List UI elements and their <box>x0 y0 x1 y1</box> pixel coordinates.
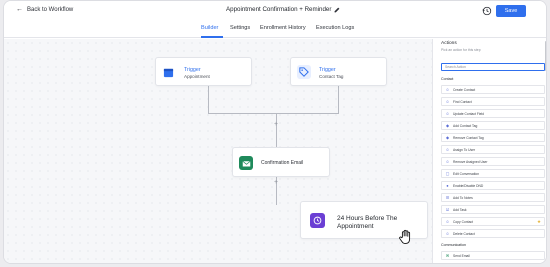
trigger-title: Trigger <box>184 67 201 73</box>
add-step-plus-icon[interactable]: + <box>274 179 278 186</box>
copy-icon: ☺ <box>445 219 450 224</box>
user-search-icon: ☺ <box>445 99 450 104</box>
back-arrow-icon: ← <box>16 6 23 13</box>
notes-icon: ☰ <box>445 195 450 200</box>
action-item-label: Update Contact Field <box>453 111 484 116</box>
action-item-label: Remove Contact Tag <box>453 135 484 140</box>
action-item-label: Assign To User <box>453 147 476 152</box>
action-item-label: Remove Assigned User <box>453 159 488 164</box>
action-item-add-to-notes[interactable]: ☰ Add To Notes <box>441 193 545 202</box>
app-window: ← Back to Workflow Appointment Confirmat… <box>3 0 547 264</box>
star-icon: ★ <box>536 219 541 224</box>
action-item-copy-contact[interactable]: ☺ Copy Contact ★ <box>441 217 545 226</box>
connector-line <box>276 113 277 147</box>
panel-scrollbar[interactable] <box>545 41 546 71</box>
workflow-title[interactable]: Appointment Confirmation + Reminder <box>226 6 340 13</box>
trigger-subtitle: Contact Tag <box>319 74 344 79</box>
action-title: Confirmation Email <box>261 160 304 166</box>
hand-cursor-icon <box>399 229 411 244</box>
trigger-subtitle: Appointment <box>184 74 210 79</box>
action-item-add-contact-tag[interactable]: ◆ Add Contact Tag <box>441 121 545 130</box>
action-item-delete-contact[interactable]: ☺ Delete Contact <box>441 229 545 238</box>
tag-remove-icon: ◆ <box>445 135 450 140</box>
action-item-send-email[interactable]: ✉ Send Email <box>441 251 545 260</box>
panel-title: Actions <box>441 41 457 46</box>
tab-builder[interactable]: Builder <box>201 25 218 31</box>
top-bar: ← Back to Workflow Appointment Confirmat… <box>4 1 546 23</box>
action-item-add-task[interactable]: ☑ Add Task <box>441 205 545 214</box>
action-item-label: Create Contact <box>453 87 476 92</box>
search-action-input[interactable]: Search Action <box>441 63 545 71</box>
user-delete-icon: ☺ <box>445 231 450 236</box>
clock-icon <box>310 213 325 228</box>
connector-line <box>208 83 209 113</box>
envelope-icon <box>239 156 253 170</box>
action-node-confirmation-email[interactable]: Confirmation Email <box>232 147 330 177</box>
action-item-label: Add Task <box>453 207 467 212</box>
chat-icon: ▢ <box>445 171 450 176</box>
history-icon[interactable] <box>482 6 492 16</box>
pencil-icon[interactable] <box>334 7 340 13</box>
user-remove-icon: ☺ <box>445 159 450 164</box>
connector-line <box>338 83 339 113</box>
action-item-label: Enable/Disable DND <box>453 183 484 188</box>
tab-settings[interactable]: Settings <box>230 25 250 31</box>
action-item-create-contact[interactable]: ☺ Create Contact <box>441 85 545 94</box>
workflow-title-text: Appointment Confirmation + Reminder <box>226 6 332 13</box>
action-item-assign-to-user[interactable]: ☺ Assign To User <box>441 145 545 154</box>
trigger-node-contact-tag[interactable]: Trigger Contact Tag <box>290 57 387 86</box>
action-item-label: Edit Conversation <box>453 171 480 176</box>
actions-panel: Actions Pick an action for this step Sea… <box>432 39 546 263</box>
action-item-label: Delete Contact <box>453 231 475 236</box>
tab-enrollment-history[interactable]: Enrollment History <box>260 25 306 31</box>
back-to-workflow-link[interactable]: ← Back to Workflow <box>16 6 73 13</box>
action-item-enable-disable-dnd[interactable]: ● Enable/Disable DND <box>441 181 545 190</box>
user-edit-icon: ☺ <box>445 111 450 116</box>
user-plus-icon: ☺ <box>445 87 450 92</box>
save-button[interactable]: Save <box>496 5 526 17</box>
workflow-canvas[interactable]: + + Trigger Appointment Trigger Contact … <box>4 39 432 263</box>
action-item-edit-conversation[interactable]: ▢ Edit Conversation <box>441 169 545 178</box>
connector-line <box>208 113 339 114</box>
add-step-plus-icon[interactable]: + <box>274 121 278 128</box>
action-item-update-contact-field[interactable]: ☺ Update Contact Field <box>441 109 545 118</box>
envelope-icon: ✉ <box>445 253 450 258</box>
tag-icon: ◆ <box>445 123 450 128</box>
task-icon: ☑ <box>445 207 450 212</box>
user-assign-icon: ☺ <box>445 147 450 152</box>
action-item-remove-contact-tag[interactable]: ◆ Remove Contact Tag <box>441 133 545 142</box>
action-item-label: Send Email <box>453 253 470 258</box>
tab-bar: Builder Settings Enrollment History Exec… <box>4 23 546 38</box>
trigger-title: Trigger <box>319 67 336 73</box>
action-item-remove-assigned-user[interactable]: ☺ Remove Assigned User <box>441 157 545 166</box>
panel-description: Pick an action for this step <box>441 48 481 52</box>
active-tab-indicator <box>201 36 223 38</box>
action-item-label: Find Contact <box>453 99 472 104</box>
tab-execution-logs[interactable]: Execution Logs <box>316 25 354 31</box>
section-label-communication: Communication <box>441 243 466 247</box>
tag-icon <box>297 65 311 79</box>
trigger-node-appointment[interactable]: Trigger Appointment <box>155 57 252 86</box>
bell-icon: ● <box>446 183 449 188</box>
back-label: Back to Workflow <box>27 6 74 13</box>
action-item-label: Add To Notes <box>453 195 473 200</box>
action-item-label: Add Contact Tag <box>453 123 478 128</box>
section-label-contact: Contact <box>441 77 454 81</box>
action-item-label: Copy Contact <box>453 219 473 224</box>
action-item-find-contact[interactable]: ☺ Find Contact <box>441 97 545 106</box>
calendar-icon <box>162 66 174 78</box>
